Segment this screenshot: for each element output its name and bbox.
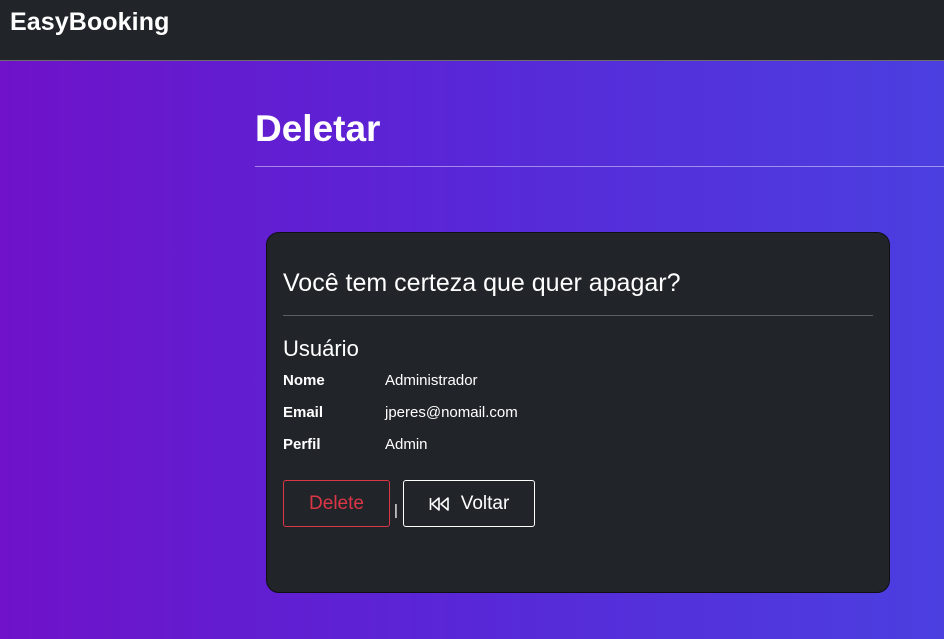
button-separator: | xyxy=(394,502,398,519)
field-label-email: Email xyxy=(283,404,324,421)
back-button[interactable]: Voltar xyxy=(403,480,535,527)
page-title: Deletar xyxy=(255,108,381,149)
title-divider xyxy=(255,166,944,167)
field-value-nome: Administrador xyxy=(385,372,478,389)
field-label-perfil: Perfil xyxy=(283,436,321,453)
field-label-nome: Nome xyxy=(283,372,325,389)
field-value-email: jperes@nomail.com xyxy=(385,404,518,421)
rewind-icon xyxy=(429,496,449,511)
top-navbar: EasyBooking xyxy=(0,0,944,61)
brand-link[interactable]: EasyBooking xyxy=(10,8,169,37)
back-button-label: Voltar xyxy=(460,492,510,514)
delete-confirmation-card: Você tem certeza que quer apagar? Usuári… xyxy=(266,232,890,593)
confirmation-question: Você tem certeza que quer apagar? xyxy=(283,269,681,297)
delete-button[interactable]: Delete xyxy=(283,480,390,527)
field-value-perfil: Admin xyxy=(385,436,428,453)
section-heading: Usuário xyxy=(283,336,359,361)
card-divider xyxy=(283,315,873,316)
